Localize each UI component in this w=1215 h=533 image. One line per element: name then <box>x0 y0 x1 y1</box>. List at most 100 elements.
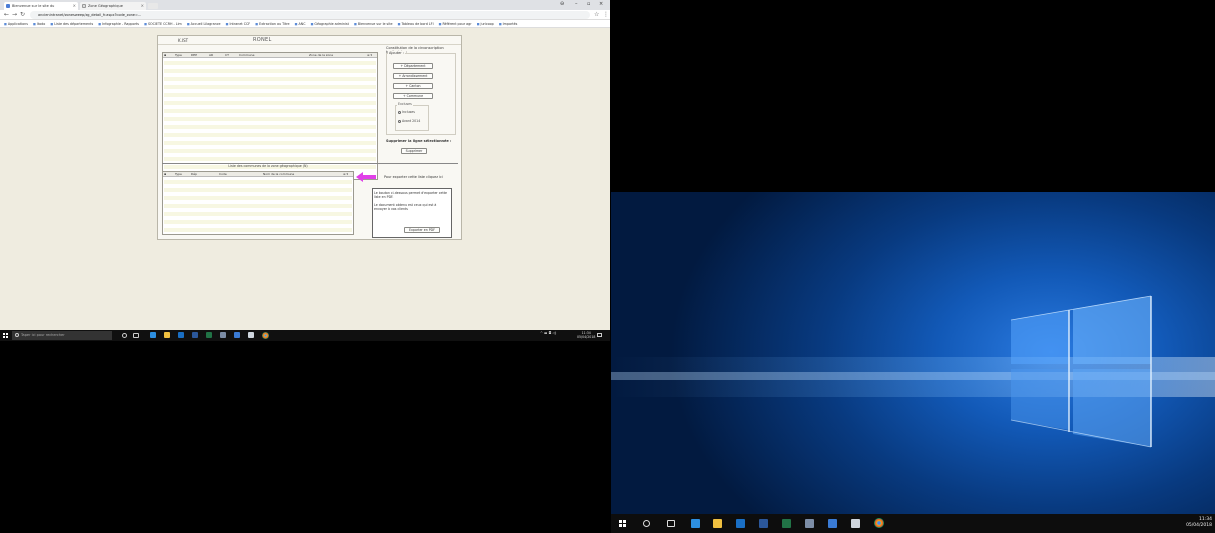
column-header-nom[interactable]: Nom de la commune <box>263 172 294 176</box>
chrome-icon[interactable] <box>262 332 269 339</box>
table-row[interactable] <box>164 69 376 73</box>
excel-icon[interactable] <box>782 519 791 528</box>
edge-icon[interactable] <box>691 519 700 528</box>
excel-icon[interactable] <box>206 332 212 338</box>
table-row[interactable] <box>164 141 376 145</box>
table-row[interactable] <box>164 180 352 184</box>
table-row[interactable] <box>164 204 352 208</box>
system-tray[interactable]: ^ ▬ ◘ ◁) <box>540 331 556 335</box>
column-header-ct[interactable]: CT <box>225 53 229 57</box>
word-icon[interactable] <box>759 519 768 528</box>
cortana-icon[interactable] <box>643 520 650 527</box>
close-icon[interactable]: × <box>73 2 76 10</box>
column-header-code[interactable]: Code <box>219 172 227 176</box>
select-all-checkbox[interactable]: ▪ <box>164 172 166 176</box>
table-row[interactable] <box>164 149 376 153</box>
table-row[interactable] <box>164 101 376 105</box>
windows-start-icon[interactable] <box>3 333 8 338</box>
table-row[interactable] <box>164 93 376 97</box>
table-row[interactable] <box>164 196 352 200</box>
network-app-icon[interactable] <box>234 332 240 338</box>
forward-icon[interactable]: → <box>12 11 17 18</box>
column-header-ar[interactable]: AR <box>209 53 213 57</box>
taskbar-search-input[interactable]: Taper ici pour rechercher <box>12 331 112 340</box>
select-all-checkbox[interactable]: ▪ <box>164 53 166 57</box>
table-row[interactable] <box>164 212 352 216</box>
table-row[interactable] <box>164 220 352 224</box>
bookmark-item[interactable]: Géographie administ <box>311 22 349 26</box>
star-icon[interactable]: ☆ <box>594 11 599 18</box>
file-explorer-icon[interactable] <box>164 332 170 338</box>
column-header-zone[interactable]: Zone de la zone <box>309 53 333 57</box>
cortana-icon[interactable] <box>122 333 127 338</box>
chrome-icon[interactable] <box>874 518 884 528</box>
taskbar-clock[interactable]: 11:34 05/04/2018 <box>1186 517 1212 529</box>
add-departement-button[interactable]: + Département <box>393 63 433 69</box>
add-commune-button[interactable]: + Commune <box>393 93 433 99</box>
column-header-dep[interactable]: Dép <box>191 172 197 176</box>
table-row[interactable] <box>164 228 352 232</box>
bookmark-item[interactable]: Importés <box>499 22 518 26</box>
address-bar[interactable]: ancienintranet/zonesweep/zg_detail_fr.as… <box>30 11 590 19</box>
browser-tab-2[interactable]: Zone Géographique × <box>80 2 146 10</box>
table-row[interactable] <box>164 109 376 113</box>
file-explorer-icon[interactable] <box>713 519 722 528</box>
bookmark-item[interactable]: Tableau de bord LFI <box>398 22 434 26</box>
column-menu-icon[interactable]: ≡ ▾ <box>367 53 372 57</box>
bookmark-item[interactable]: Bienvenue sur le site <box>354 22 393 26</box>
people-icon[interactable] <box>220 332 226 338</box>
calculator-icon[interactable] <box>248 332 254 338</box>
maximize-icon[interactable]: ▫ <box>587 1 590 7</box>
bookmark-item[interactable]: juricoop <box>477 22 494 26</box>
network-app-icon[interactable] <box>828 519 837 528</box>
bookmark-item[interactable]: SOCIETE CCRH - Lim <box>144 22 182 26</box>
column-header-type[interactable]: Type <box>175 53 182 57</box>
word-icon[interactable] <box>192 332 198 338</box>
bookmark-item[interactable]: Applications <box>4 22 28 26</box>
bookmark-item[interactable]: ANC <box>295 22 306 26</box>
back-icon[interactable]: ← <box>4 11 9 18</box>
export-pdf-button[interactable]: Exporter en PDF <box>404 227 440 233</box>
column-menu-icon[interactable]: ≡ ▾ <box>343 172 348 176</box>
column-header-dep[interactable]: DEP <box>191 53 197 57</box>
table-row[interactable] <box>164 157 376 161</box>
edge-icon[interactable] <box>150 332 156 338</box>
bookmark-item[interactable]: Liste des départements <box>50 22 93 26</box>
column-header-commune[interactable]: Commune <box>239 53 254 57</box>
menu-icon[interactable]: ⋮ <box>603 11 609 18</box>
radio-incluses[interactable]: Incluses <box>398 110 428 115</box>
table-row[interactable] <box>164 133 376 137</box>
browser-tab-1[interactable]: Bienvenue sur le site du × <box>4 2 78 10</box>
task-view-icon[interactable] <box>133 333 139 338</box>
profile-icon[interactable]: ⊖ <box>560 1 564 7</box>
close-icon[interactable]: × <box>141 2 144 10</box>
table-row[interactable] <box>164 77 376 81</box>
calculator-icon[interactable] <box>851 519 860 528</box>
reload-icon[interactable]: ↻ <box>20 11 25 18</box>
windows-start-icon[interactable] <box>619 520 626 527</box>
task-view-icon[interactable] <box>667 520 675 527</box>
minimize-icon[interactable]: – <box>575 1 578 7</box>
close-window-icon[interactable]: × <box>599 1 603 7</box>
communes-grid[interactable]: ▪ Type Dép Code Nom de la commune ≡ ▾ <box>162 171 354 235</box>
people-icon[interactable] <box>805 519 814 528</box>
table-row[interactable] <box>164 125 376 129</box>
column-header-type[interactable]: Type <box>175 172 182 176</box>
delete-button[interactable]: Supprimer <box>401 148 427 154</box>
bookmark-item[interactable]: Extraction au Titre <box>255 22 289 26</box>
circonscription-grid[interactable]: ▪ Type DEP AR CT Commune Zone de la zone… <box>162 52 378 180</box>
table-row[interactable] <box>164 85 376 89</box>
bookmark-item[interactable]: Référent pour agr <box>439 22 472 26</box>
outlook-icon[interactable] <box>736 519 745 528</box>
notification-icon[interactable] <box>597 333 602 337</box>
new-tab-button[interactable] <box>148 3 158 9</box>
bookmark-item[interactable]: Itodo <box>33 22 45 26</box>
radio-avant-2014[interactable]: Avant 2014 <box>398 119 428 124</box>
panel-tab[interactable]: K.IST <box>178 38 188 43</box>
bookmark-item[interactable]: Accueil Lilagrance <box>187 22 221 26</box>
table-row[interactable] <box>164 61 376 65</box>
bookmark-item[interactable]: Intranet CCF <box>226 22 251 26</box>
bookmark-item[interactable]: Infographie - Rapports <box>98 22 139 26</box>
outlook-icon[interactable] <box>178 332 184 338</box>
taskbar-clock[interactable]: 11:34 05/04/2018 <box>577 331 595 339</box>
